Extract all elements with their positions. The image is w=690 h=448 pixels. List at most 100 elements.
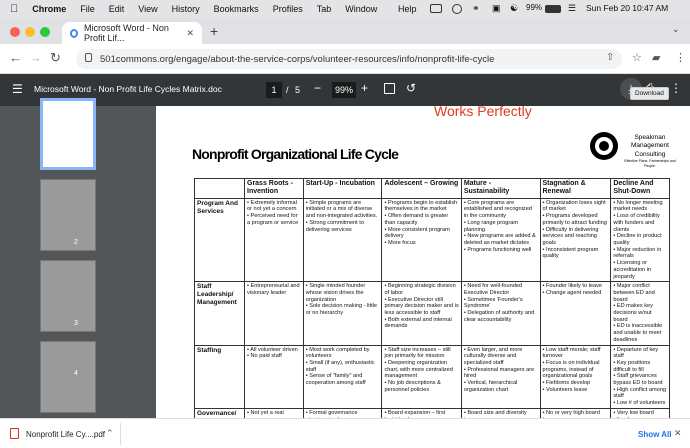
bullet-item: Simple programs are initiated or a mix o… (306, 200, 380, 220)
menu-profiles[interactable]: Profiles (273, 4, 303, 14)
forward-icon[interactable]: → (29, 50, 42, 65)
bullet-list: Beginning strategic division of laborExe… (384, 283, 458, 330)
sync-icon[interactable] (452, 4, 462, 14)
lock-icon[interactable] (85, 53, 92, 62)
back-icon[interactable]: ← (9, 50, 22, 65)
table-cell: Even larger, and more culturally diverse… (460, 344, 541, 409)
url-field[interactable]: 501commons.org/engage/about-the-service-… (76, 49, 622, 69)
bullet-item: Sense of "family" and cooperation among … (306, 373, 380, 386)
screen-icon[interactable]: ▣ (492, 3, 501, 14)
close-tab-icon[interactable]: ✕ (186, 28, 194, 39)
new-tab-icon[interactable]: + (210, 23, 218, 39)
bullet-item: Key positions difficult to fill (613, 360, 667, 373)
table-cell: Very low board attendanceNo new board (610, 407, 670, 418)
menu-bookmarks[interactable]: Bookmarks (214, 4, 259, 14)
pdf-viewer[interactable]: Nonprofit Organizational Life Cycle Spea… (156, 106, 690, 418)
sidebar-menu-icon[interactable]: ☰ (12, 82, 23, 96)
thumbnail-page-1[interactable] (40, 98, 96, 170)
fit-page-icon[interactable] (384, 83, 395, 94)
menu-edit[interactable]: Edit (109, 4, 125, 14)
menu-tab[interactable]: Tab (317, 4, 332, 14)
page-number-input[interactable]: 1 (266, 82, 282, 98)
close-download-bar-icon[interactable]: ✕ (674, 428, 682, 439)
column-header: Adolescent – Growing (381, 178, 462, 199)
bullet-item: Delegation of authority and clear accoun… (464, 310, 538, 323)
browser-tab[interactable]: Microsoft Word - Non Profit Lif... ✕ (62, 22, 202, 44)
download-chevron-icon[interactable]: ⌃ (106, 428, 114, 439)
extensions-icon[interactable]: ▰ (652, 51, 660, 64)
bullet-item: Most work completed by volunteers (306, 347, 380, 360)
bullet-item: Very low board attendance (613, 410, 667, 418)
pdf-toolbar: ☰ Microsoft Word - Non Profit Life Cycle… (0, 74, 690, 106)
menu-app-name[interactable]: Chrome (32, 4, 66, 14)
menu-view[interactable]: View (138, 4, 157, 14)
macos-menu-bar:  Chrome File Edit View History Bookmark… (0, 0, 690, 18)
table-cell: No longer meeting market needsLoss of cr… (610, 197, 670, 283)
link-icon[interactable]: ⚭ (472, 3, 480, 14)
table-row: Staff Leadership/ ManagementEntrepreneur… (194, 281, 670, 346)
bullet-item: Loss of credibility with funders and cli… (613, 213, 667, 233)
bullet-list: Major conflict between ED and boardED ma… (613, 283, 667, 343)
column-header: Decline And Shut-Down (610, 178, 670, 199)
control-center-icon[interactable]: ☰ (568, 3, 576, 14)
menu-window[interactable]: Window (345, 4, 377, 14)
close-window-button[interactable] (10, 27, 20, 37)
chrome-menu-icon[interactable]: ⋮ (675, 51, 686, 64)
rotate-icon[interactable]: ↺ (406, 81, 416, 95)
battery-icon[interactable] (545, 5, 561, 13)
wifi-icon[interactable]: ☯ (510, 3, 518, 14)
show-all-button[interactable]: Show All (638, 430, 671, 439)
table-cell: Low staff morale; staff turnoverFocus is… (539, 344, 612, 409)
table-cell: Not yet a real concern (244, 407, 304, 418)
bullet-list: No or very high board turnoverSluggish a… (543, 410, 609, 418)
bullet-item: All volunteer driven (247, 347, 301, 354)
bullet-item: Small (if any), enthusiastic staff (306, 360, 380, 373)
bullet-list: Board expansion – first 'outsiders'New b… (384, 410, 458, 418)
bullet-list: All volunteer drivenNo paid staff (247, 347, 301, 360)
table-cell: Formal governance structure in placeSmal… (302, 407, 383, 418)
thumbnail-page-4[interactable] (40, 341, 96, 413)
zoom-in-icon[interactable]: + (361, 81, 368, 95)
bookmark-star-icon[interactable]: ☆ (632, 51, 642, 64)
zoom-input[interactable]: 99% (332, 82, 356, 98)
bullet-item: Major conflict between ED and board (613, 283, 667, 303)
minimize-window-button[interactable] (25, 27, 35, 37)
clock[interactable]: Sun Feb 20 10:47 AM (586, 3, 668, 13)
bullet-item: No job descriptions & personnel policies (384, 380, 458, 393)
thumbnail-label: 2 (74, 239, 78, 246)
table-cell: Organization loses sight of marketProgra… (539, 197, 612, 283)
menu-help[interactable]: Help (398, 4, 417, 14)
table-row: Governance/ BoardNot yet a real concern F… (194, 407, 670, 418)
table-cell: All volunteer drivenNo paid staff (244, 344, 304, 409)
bullet-item: Deepening organization chart, with more … (384, 360, 458, 380)
bullet-list: Single minded founder whose vision drive… (306, 283, 380, 317)
thumbnail-label: 4 (74, 370, 78, 377)
bullet-list: Core programs are established and recogn… (464, 200, 538, 254)
zoom-window-button[interactable] (40, 27, 50, 37)
bullet-item: High conflict among staff (613, 387, 667, 400)
table-row: Program And ServicesExtremely informal o… (194, 197, 670, 283)
menu-history[interactable]: History (172, 4, 200, 14)
share-icon[interactable]: ⇧ (606, 52, 614, 63)
pdf-more-icon[interactable]: ⋮ (670, 81, 682, 95)
table-cell: Board size and diversity increasesMain f… (460, 407, 541, 418)
reload-icon[interactable]: ↻ (50, 50, 61, 66)
url-text: 501commons.org/engage/about-the-service-… (100, 53, 495, 65)
bullet-item: No or very high board turnover (543, 410, 609, 418)
zoom-out-icon[interactable]: − (314, 81, 321, 95)
bullet-item: Staff size increases – still join primar… (384, 347, 458, 360)
pdf-title: Microsoft Word - Non Profit Life Cycles … (34, 84, 222, 94)
download-filename[interactable]: Nonprofit Life Cy....pdf (26, 430, 105, 439)
bullet-item: Focus is on individual programs, instead… (543, 360, 609, 380)
thumbnail-page-3[interactable] (40, 260, 96, 332)
tab-search-icon[interactable]: ⌄ (672, 24, 680, 35)
dropbox-icon[interactable] (430, 4, 442, 13)
thumbnail-page-2[interactable] (40, 179, 96, 251)
bullet-list: Low staff morale; staff turnoverFocus is… (543, 347, 609, 394)
bullet-item: Volunteers leave (543, 387, 609, 394)
menu-file[interactable]: File (80, 4, 95, 14)
apple-icon[interactable]:  (10, 3, 18, 15)
pdf-file-icon (10, 428, 19, 439)
bullet-list: Departure of key staffKey positions diff… (613, 347, 667, 407)
bullet-item: Founder likely to leave (543, 283, 609, 290)
